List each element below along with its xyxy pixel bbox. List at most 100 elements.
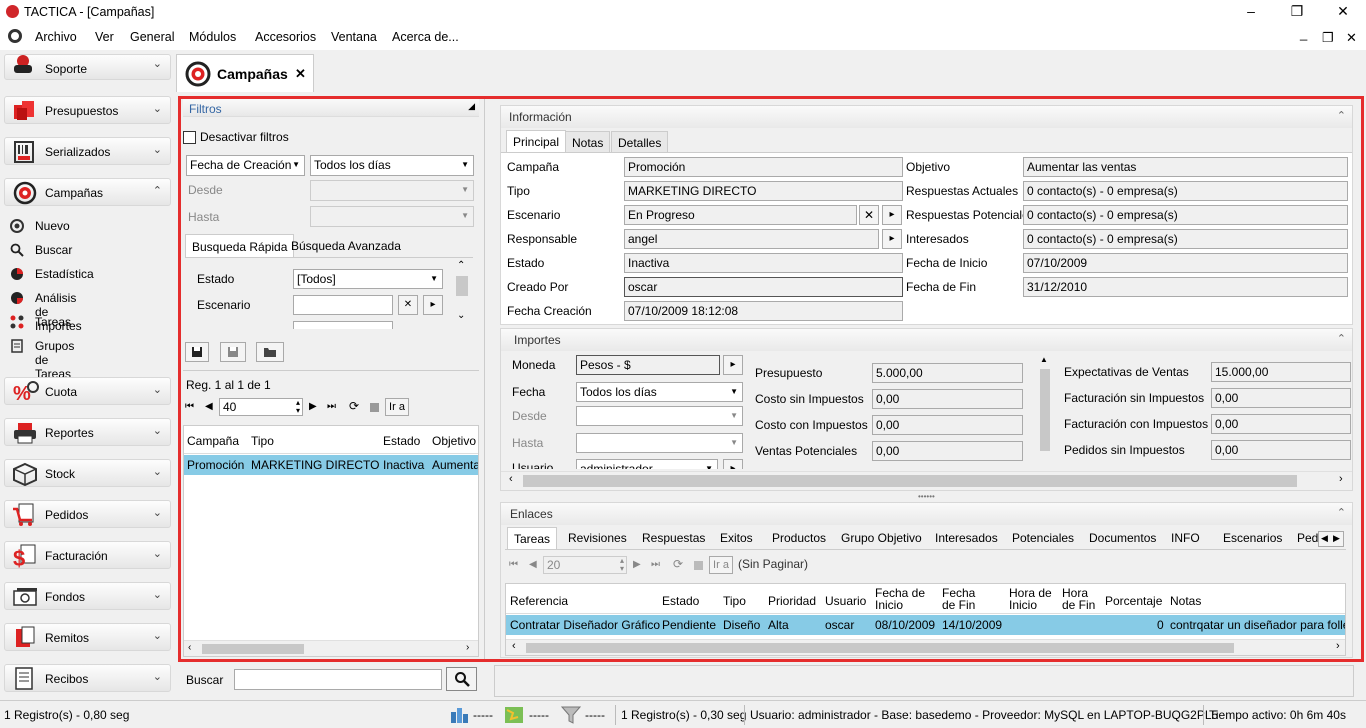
printer-icon	[11, 421, 39, 444]
highlight-frame	[178, 96, 1364, 662]
module-label: Fondos	[45, 590, 86, 604]
module-label: Soporte	[45, 62, 88, 76]
sidebar-module-cuota[interactable]: % Cuota ⌄	[4, 377, 171, 405]
menu-acerca[interactable]: Acerca de...	[392, 30, 459, 44]
tab-title: Campañas	[217, 66, 288, 82]
module-label: Remitos	[45, 631, 90, 645]
sidebar-module-remitos[interactable]: Remitos ⌄	[4, 623, 171, 651]
sidebar-item-label: Nuevo	[35, 219, 70, 233]
maximize-button[interactable]: ❐	[1274, 0, 1320, 24]
module-label: Campañas	[45, 186, 104, 200]
chevron-down-icon: ⌄	[152, 630, 162, 642]
receipt-icon	[11, 667, 39, 690]
menu-general[interactable]: General	[130, 30, 174, 44]
chevron-down-icon: ⌄	[152, 507, 162, 519]
menu-archivo[interactable]: Archivo	[35, 30, 77, 44]
sidebar-module-reportes[interactable]: Reportes ⌄	[4, 418, 171, 446]
window-title: TACTICA - [Campañas]	[24, 5, 155, 19]
sidebar-module-serializados[interactable]: Serializados ⌄	[4, 137, 171, 165]
status-bar: 1 Registro(s) - 0,80 seg ----- ----- ---…	[0, 700, 1366, 728]
menu-modulos[interactable]: Módulos	[189, 30, 236, 44]
status-d3: -----	[585, 708, 605, 722]
budget-icon	[11, 99, 39, 121]
module-label: Serializados	[45, 145, 111, 159]
pie-chart-icon	[10, 291, 25, 305]
sidebar-module-pedidos[interactable]: Pedidos ⌄	[4, 500, 171, 528]
search-button[interactable]	[446, 667, 477, 691]
delivery-note-icon	[11, 626, 39, 648]
support-icon	[11, 54, 39, 75]
module-label: Recibos	[45, 672, 89, 686]
separator	[1203, 705, 1204, 725]
module-label: Cuota	[45, 385, 78, 399]
status-d1: -----	[473, 708, 493, 722]
module-label: Pedidos	[45, 508, 89, 522]
title-bar: TACTICA - [Campañas] – ❐ ✕	[0, 0, 1366, 24]
cart-icon	[11, 503, 39, 526]
mdi-restore-button[interactable]: ❐	[1322, 30, 1334, 46]
sidebar-item-label: Grupos de Tareas	[35, 339, 75, 381]
chevron-down-icon: ⌄	[152, 548, 162, 560]
app-logo-icon	[6, 5, 19, 18]
menu-ver[interactable]: Ver	[95, 30, 114, 44]
close-tab-icon[interactable]: ✕	[295, 66, 306, 82]
module-label: Presupuestos	[45, 104, 119, 118]
percent-icon: %	[11, 380, 39, 405]
task-list-icon	[10, 339, 25, 353]
menu-ventana[interactable]: Ventana	[331, 30, 377, 44]
sidebar-module-campanas[interactable]: Campañas ⌃	[4, 178, 171, 206]
sidebar-item-label: Buscar	[35, 243, 73, 257]
map-icon	[504, 705, 524, 728]
target-icon	[185, 61, 211, 90]
cash-icon	[11, 585, 39, 607]
app-menu-icon[interactable]	[8, 29, 22, 43]
status-records-2: 1 Registro(s) - 0,30 seg	[621, 708, 747, 722]
sidebar-module-recibos[interactable]: Recibos ⌄	[4, 664, 171, 692]
menu-accesorios[interactable]: Accesorios	[255, 30, 316, 44]
chevron-down-icon: ⌄	[152, 425, 162, 437]
sidebar-module-soporte[interactable]: Soporte ⌄	[4, 54, 171, 80]
box-icon	[11, 462, 39, 487]
sidebar-module-presupuestos[interactable]: Presupuestos ⌄	[4, 96, 171, 124]
separator	[615, 705, 616, 725]
close-window-button[interactable]: ✕	[1320, 0, 1366, 24]
sidebar-module-stock[interactable]: Stock ⌄	[4, 459, 171, 487]
sidebar-item-label: Estadística	[35, 267, 94, 281]
search-icon	[10, 243, 25, 257]
minimize-button[interactable]: –	[1228, 0, 1274, 24]
status-connection: Usuario: administrador - Base: basedemo …	[750, 708, 1219, 722]
mdi-minimize-button[interactable]: _	[1300, 26, 1307, 41]
chevron-down-icon: ⌄	[152, 144, 162, 156]
sidebar-module-facturacion[interactable]: $ Facturación ⌄	[4, 541, 171, 571]
sidebar: Soporte ⌄ Presupuestos ⌄ Serializados ⌄ …	[0, 54, 172, 698]
barcode-icon	[11, 140, 39, 163]
chevron-up-icon: ⌃	[152, 185, 162, 197]
chevron-down-icon: ⌄	[152, 103, 162, 115]
tab-campanas[interactable]: Campañas ✕	[176, 54, 314, 92]
menu-bar: Archivo Ver General Módulos Accesorios V…	[0, 24, 1366, 50]
mdi-close-button[interactable]: ✕	[1346, 30, 1357, 46]
sidebar-module-fondos[interactable]: Fondos ⌄	[4, 582, 171, 610]
chevron-down-icon: ⌄	[152, 384, 162, 396]
module-label: Reportes	[45, 426, 94, 440]
chevron-down-icon: ⌄	[152, 466, 162, 478]
target-small-icon	[10, 219, 25, 233]
tasks-icon	[10, 315, 25, 329]
pie-chart-icon	[10, 267, 25, 281]
search-label: Buscar	[186, 673, 224, 687]
target-icon	[11, 181, 39, 205]
chevron-down-icon: ⌄	[152, 58, 162, 70]
chevron-down-icon: ⌄	[152, 589, 162, 601]
chevron-down-icon: ⌄	[152, 671, 162, 683]
status-records: 1 Registro(s) - 0,80 seg	[4, 708, 130, 722]
filter-icon	[560, 705, 582, 728]
module-label: Facturación	[45, 549, 108, 563]
dollar-icon: $	[11, 544, 39, 571]
bottom-right-pane	[494, 665, 1354, 697]
sidebar-item-label: Tareas	[35, 315, 72, 329]
svg-text:$: $	[13, 546, 25, 568]
module-label: Stock	[45, 467, 76, 481]
city-icon	[449, 706, 469, 727]
status-d2: -----	[529, 708, 549, 722]
search-input[interactable]	[234, 669, 442, 690]
